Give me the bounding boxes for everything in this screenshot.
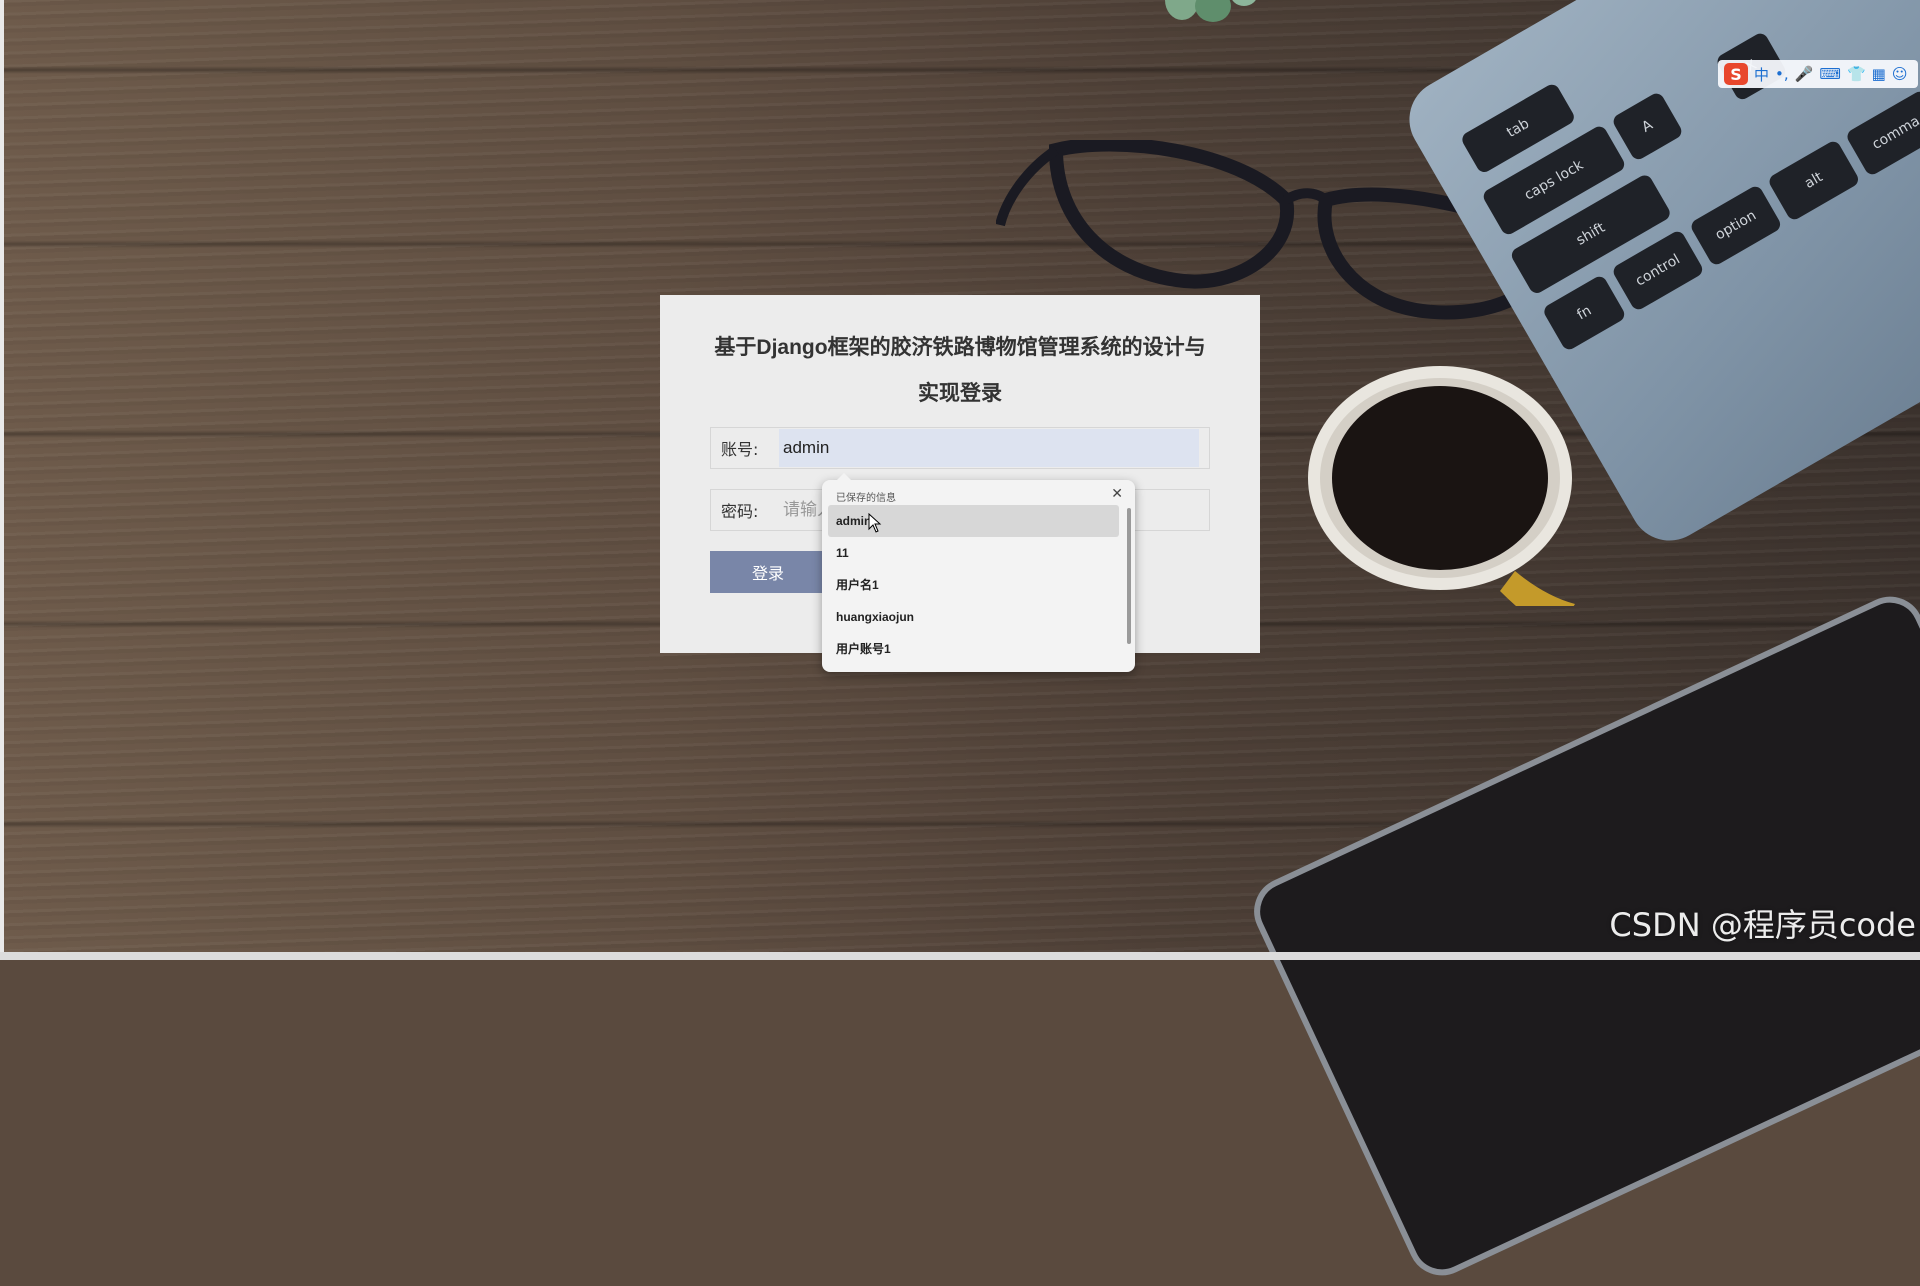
close-icon[interactable]: ✕ — [1111, 486, 1123, 502]
plant-decoration — [1135, 0, 1265, 40]
password-label: 密码: — [721, 502, 759, 521]
laptop-key: A — [1610, 90, 1685, 163]
laptop-key: fn — [1541, 273, 1628, 353]
laptop-key: alt — [1766, 138, 1861, 223]
mouse-cursor-icon — [868, 513, 882, 533]
keyboard-icon[interactable]: ⌨ — [1819, 65, 1841, 83]
saved-credential-item[interactable]: 11 — [828, 537, 1119, 569]
account-field: 账号: — [710, 427, 1210, 469]
login-title: 基于Django框架的胶济铁路博物馆管理系统的设计与实现登录 — [714, 336, 1206, 405]
laptop-key: comma — [1844, 88, 1920, 178]
skin-icon[interactable]: 👕 — [1847, 65, 1866, 83]
saved-credential-item[interactable]: 用户名1 — [828, 569, 1119, 601]
window-bottom-edge — [0, 952, 1920, 960]
account-label: 账号: — [721, 440, 759, 459]
dropdown-caret — [836, 473, 852, 481]
window-left-edge — [0, 0, 4, 960]
punctuation-icon[interactable]: •, — [1775, 65, 1789, 83]
coffee-cup-decoration — [1308, 366, 1575, 606]
saved-credentials-dropdown: 已保存的信息 ✕ admin 11 用户名1 huangxiaojun 用户账号… — [822, 473, 1135, 672]
ime-toolbar[interactable]: S 中 •, 🎤 ⌨ 👕 ▦ ☺ — [1718, 60, 1918, 88]
ime-mode-toggle[interactable]: 中 — [1754, 64, 1769, 85]
sogou-logo-icon[interactable]: S — [1724, 63, 1748, 85]
toolbox-icon[interactable]: ▦ — [1872, 65, 1886, 83]
account-input[interactable] — [779, 429, 1199, 467]
dropdown-scrollbar[interactable] — [1127, 508, 1131, 644]
saved-credential-item[interactable]: 用户账号1 — [828, 633, 1119, 665]
laptop-key: option — [1688, 183, 1783, 268]
saved-credential-item[interactable]: huangxiaojun — [828, 601, 1119, 633]
dropdown-header: 已保存的信息 — [836, 493, 896, 504]
watermark-text: CSDN @程序员code — [1609, 906, 1916, 944]
avatar-icon[interactable]: ☺ — [1892, 65, 1908, 83]
login-button[interactable]: 登录 — [710, 551, 826, 593]
microphone-icon[interactable]: 🎤 — [1795, 65, 1814, 83]
